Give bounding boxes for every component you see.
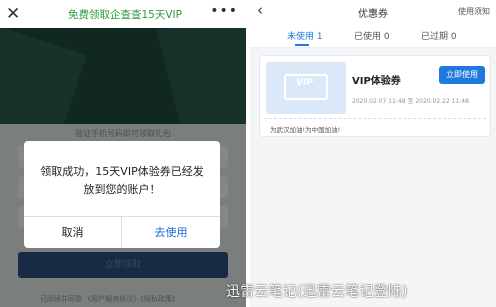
go-use-button[interactable]: 去使用 — [122, 217, 220, 248]
use-now-button[interactable]: 立即使用 — [439, 66, 485, 84]
coupon-divider — [264, 118, 486, 119]
left-page-title: 免费领取企查查15天VIP — [68, 9, 182, 21]
active-tab-indicator — [295, 44, 309, 46]
more-icon[interactable]: ••• — [210, 3, 238, 19]
vip-coupon-card: VIP VIP体验券 立即使用 2020.02.07 11:48 至 2020.… — [259, 55, 491, 137]
vip-badge: VIP — [296, 78, 313, 88]
usage-notes-link[interactable]: 使用须知 — [458, 6, 490, 17]
cancel-button[interactable]: 取消 — [24, 217, 121, 248]
vip-ticket-icon: VIP — [266, 62, 346, 114]
tab-used[interactable]: 已使用 0 — [354, 29, 390, 42]
right-topbar: ‹ 优惠券 使用须知 — [250, 0, 496, 22]
tab-expired[interactable]: 已过期 0 — [421, 29, 457, 42]
close-icon[interactable]: ✕ — [6, 4, 20, 24]
dialog-message: 领取成功，15天VIP体验券已经发放到您的账户！ — [40, 165, 204, 196]
coupon-slogan: 为武汉加油!为中国加油! — [270, 126, 341, 134]
coupon-name: VIP体验券 — [352, 76, 401, 87]
left-topbar: ✕ 免费领取企查查15天VIP ••• — [0, 0, 246, 28]
watermark-caption: 迅雷云笔记(迅雷云笔记登陆) — [226, 284, 408, 300]
right-screen: ‹ 优惠券 使用须知 未使用 1 已使用 0 已过期 0 VIP VIP体验券 … — [250, 0, 496, 307]
coupon-tabs: 未使用 1 已使用 0 已过期 0 — [250, 22, 496, 48]
left-screen: ✕ 免费领取企查查15天VIP ••• 验证手机号码即可领取礼包 立即领取 已阅… — [0, 0, 246, 307]
coupon-validity: 2020.02.07 11:48 至 2020.02.22 11:48 — [352, 98, 469, 105]
tab-unused[interactable]: 未使用 1 — [287, 29, 323, 42]
success-dialog: 领取成功，15天VIP体验券已经发放到您的账户！ 取消 去使用 — [24, 141, 220, 248]
